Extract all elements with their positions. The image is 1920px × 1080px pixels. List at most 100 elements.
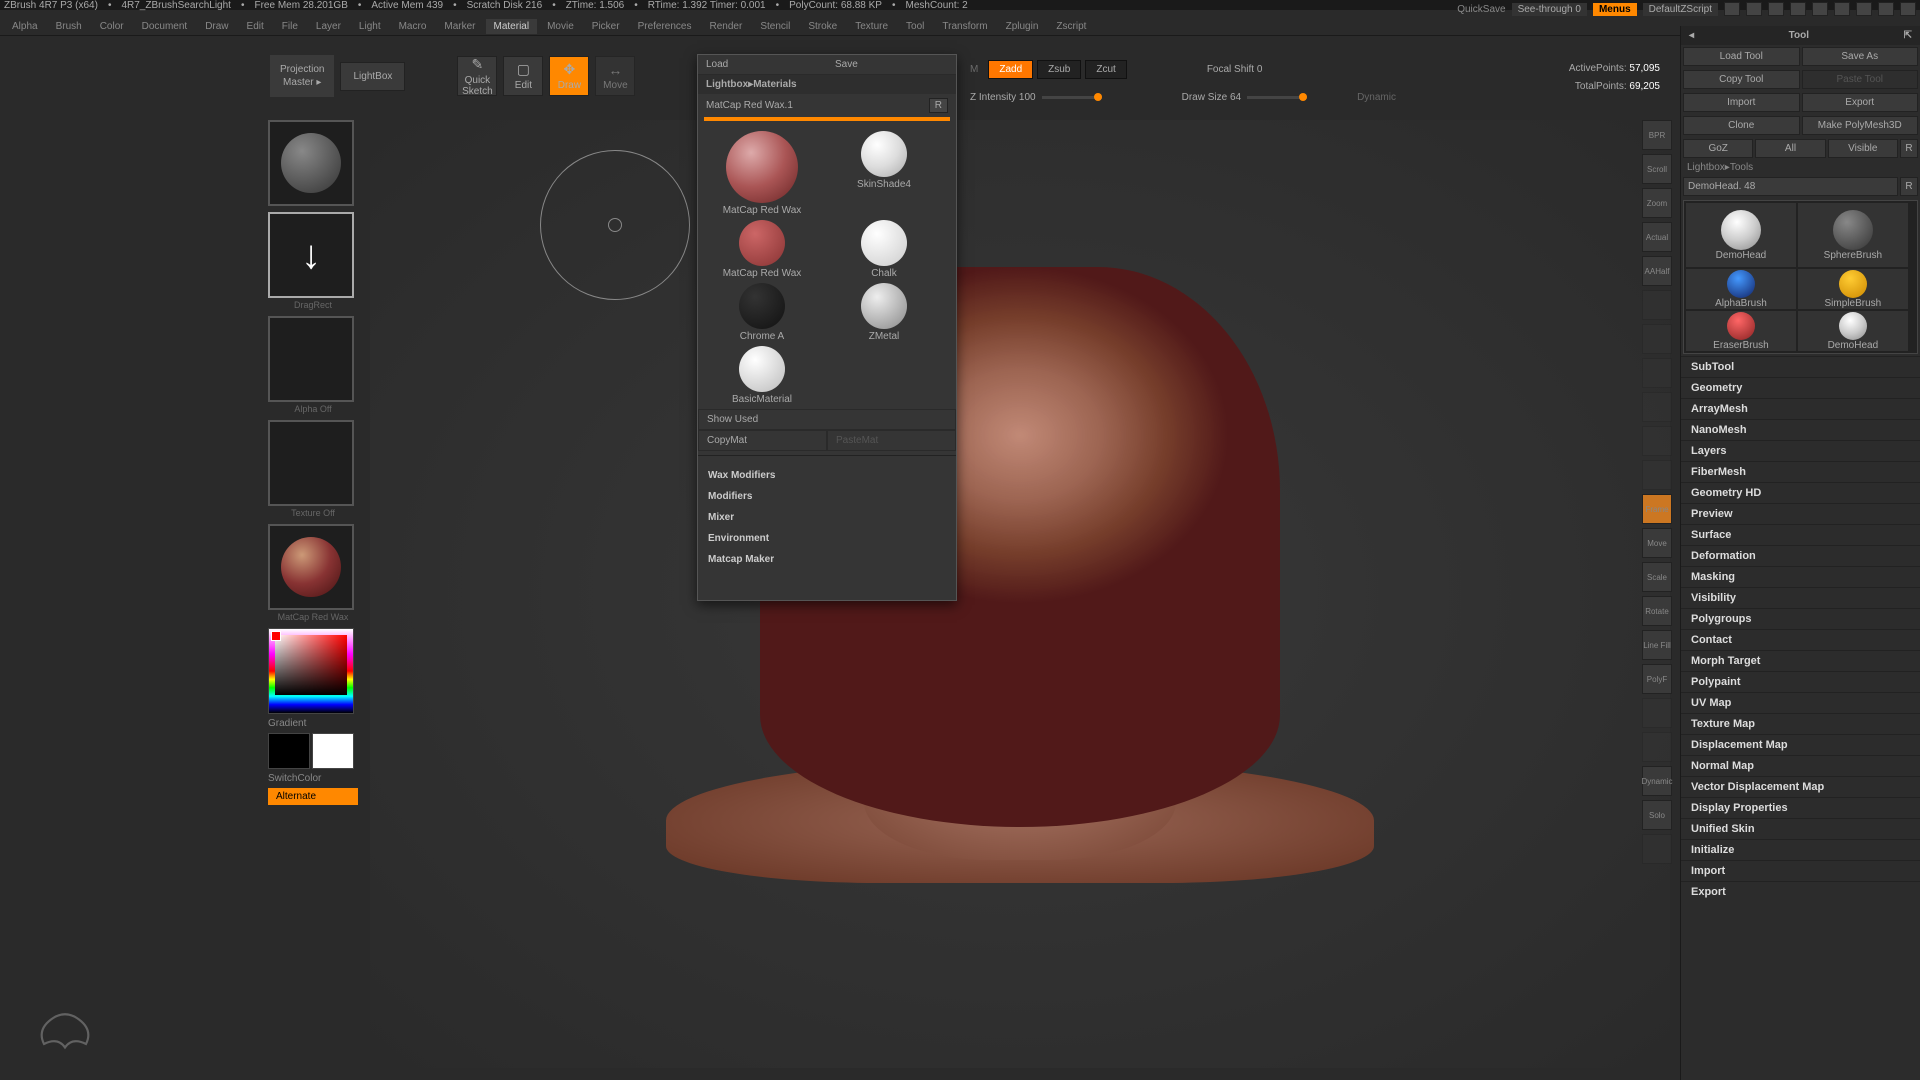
tool-thumb-demohead[interactable]: DemoHead [1686, 203, 1796, 267]
load-tool-button[interactable]: Load Tool [1683, 47, 1800, 66]
material-load-button[interactable]: Load [698, 55, 827, 74]
draw-button[interactable]: ✥Draw [549, 56, 589, 96]
menu-zplugin[interactable]: Zplugin [998, 19, 1047, 34]
brush-slot[interactable] [268, 120, 354, 206]
sidetool-bpr[interactable]: BPR [1642, 120, 1672, 150]
sidetool-polyf[interactable]: PolyF [1642, 664, 1672, 694]
sidetool-actual[interactable]: Actual [1642, 222, 1672, 252]
tool-thumb-spherebrush[interactable]: SphereBrush [1798, 203, 1908, 267]
menu-color[interactable]: Color [92, 19, 132, 34]
copymat-button[interactable]: CopyMat [698, 430, 827, 451]
copy-tool-button[interactable]: Copy Tool [1683, 70, 1800, 89]
menu-marker[interactable]: Marker [436, 19, 483, 34]
layout4-icon[interactable] [1790, 2, 1806, 16]
tool-section-import[interactable]: Import [1681, 860, 1920, 881]
sidetool-blank-9[interactable] [1642, 426, 1672, 456]
material-section-modifiers[interactable]: Modifiers [698, 486, 956, 507]
zcut-button[interactable]: Zcut [1085, 60, 1126, 79]
sidetool-scale[interactable]: Scale [1642, 562, 1672, 592]
minimize-icon[interactable] [1856, 2, 1872, 16]
menu-brush[interactable]: Brush [48, 19, 90, 34]
sidetool-blank-8[interactable] [1642, 392, 1672, 422]
swatch-black[interactable] [268, 733, 310, 769]
menu-preferences[interactable]: Preferences [630, 19, 700, 34]
menu-zscript[interactable]: Zscript [1048, 19, 1094, 34]
menu-stroke[interactable]: Stroke [800, 19, 845, 34]
sidetool-frame[interactable]: Frame [1642, 494, 1672, 524]
material-section-matcap-maker[interactable]: Matcap Maker [698, 549, 956, 570]
switch-color-button[interactable]: SwitchColor [268, 773, 358, 784]
menu-edit[interactable]: Edit [239, 19, 272, 34]
tool-section-geometry[interactable]: Geometry [1681, 377, 1920, 398]
maximize-icon[interactable] [1878, 2, 1894, 16]
menu-file[interactable]: File [274, 19, 306, 34]
menu-picker[interactable]: Picker [584, 19, 628, 34]
material-r-button[interactable]: R [929, 98, 948, 113]
menu-texture[interactable]: Texture [847, 19, 896, 34]
material-section-environment[interactable]: Environment [698, 528, 956, 549]
tool-thumb-alphabrush[interactable]: AlphaBrush [1686, 269, 1796, 309]
viewport[interactable] [370, 120, 1670, 1068]
focal-shift-label[interactable]: Focal Shift 0 [1207, 64, 1263, 75]
sidetool-blank-6[interactable] [1642, 324, 1672, 354]
tool-section-display-properties[interactable]: Display Properties [1681, 797, 1920, 818]
tool-thumb-eraserbrush[interactable]: EraserBrush [1686, 311, 1796, 351]
material-redwax[interactable]: MatCap Red Wax [702, 129, 822, 216]
tool-section-vector-displacement-map[interactable]: Vector Displacement Map [1681, 776, 1920, 797]
show-used-button[interactable]: Show Used [698, 409, 956, 430]
alternate-button[interactable]: Alternate [268, 788, 358, 805]
tool-section-fibermesh[interactable]: FiberMesh [1681, 461, 1920, 482]
tool-section-displacement-map[interactable]: Displacement Map [1681, 734, 1920, 755]
lightbox-tools-button[interactable]: Lightbox▸Tools [1681, 160, 1920, 175]
menu-stencil[interactable]: Stencil [752, 19, 798, 34]
menu-tool[interactable]: Tool [898, 19, 932, 34]
zsub-button[interactable]: Zsub [1037, 60, 1081, 79]
menu-document[interactable]: Document [134, 19, 196, 34]
tool-section-polypaint[interactable]: Polypaint [1681, 671, 1920, 692]
tool-section-polygroups[interactable]: Polygroups [1681, 608, 1920, 629]
projection-master-button[interactable]: ProjectionMaster ▸ [270, 55, 334, 97]
tool-thumb-demohead[interactable]: DemoHead [1798, 311, 1908, 351]
seethrough-slider[interactable]: See-through 0 [1512, 3, 1587, 16]
clone-button[interactable]: Clone [1683, 116, 1800, 135]
tool-section-subtool[interactable]: SubTool [1681, 356, 1920, 377]
zadd-button[interactable]: Zadd [988, 60, 1033, 79]
tool-section-initialize[interactable]: Initialize [1681, 839, 1920, 860]
lightbox-button[interactable]: LightBox [340, 62, 405, 91]
menu-layer[interactable]: Layer [308, 19, 349, 34]
close-icon[interactable] [1900, 2, 1916, 16]
tool-section-visibility[interactable]: Visibility [1681, 587, 1920, 608]
tool-section-geometry-hd[interactable]: Geometry HD [1681, 482, 1920, 503]
sidetool-rotate[interactable]: Rotate [1642, 596, 1672, 626]
material-redsmall[interactable]: MatCap Red Wax [702, 218, 822, 279]
material-chrome[interactable]: Chrome A [702, 281, 822, 342]
tool-section-layers[interactable]: Layers [1681, 440, 1920, 461]
tool-section-normal-map[interactable]: Normal Map [1681, 755, 1920, 776]
current-tool-name[interactable]: DemoHead. 48 [1683, 177, 1898, 196]
swatch-white[interactable] [312, 733, 354, 769]
sidetool-solo[interactable]: Solo [1642, 800, 1672, 830]
sidetool-blank-7[interactable] [1642, 358, 1672, 388]
material-basic[interactable]: BasicMaterial [702, 344, 822, 405]
sidetool-blank-5[interactable] [1642, 290, 1672, 320]
sidetool-aahalf[interactable]: AAHalf [1642, 256, 1672, 286]
material-skin[interactable]: SkinShade4 [824, 129, 944, 216]
save-as-button[interactable]: Save As [1802, 47, 1919, 66]
edit-button[interactable]: ▢Edit [503, 56, 543, 96]
dynamic-toggle[interactable]: Dynamic [1357, 92, 1396, 103]
menu-alpha[interactable]: Alpha [4, 19, 46, 34]
material-slot[interactable] [268, 524, 354, 610]
menus-toggle[interactable]: Menus [1593, 3, 1637, 16]
layout2-icon[interactable] [1746, 2, 1762, 16]
tool-section-masking[interactable]: Masking [1681, 566, 1920, 587]
menu-light[interactable]: Light [351, 19, 389, 34]
z-intensity-slider[interactable]: Z Intensity 100 [970, 92, 1036, 103]
sidetool-blank-18[interactable] [1642, 732, 1672, 762]
material-save-button[interactable]: Save [827, 55, 956, 74]
material-zmetal[interactable]: ZMetal [824, 281, 944, 342]
material-section-mixer[interactable]: Mixer [698, 507, 956, 528]
quicksave-button[interactable]: QuickSave [1457, 4, 1505, 15]
sidetool-blank-10[interactable] [1642, 460, 1672, 490]
texture-slot[interactable] [268, 420, 354, 506]
sidetool-scroll[interactable]: Scroll [1642, 154, 1672, 184]
